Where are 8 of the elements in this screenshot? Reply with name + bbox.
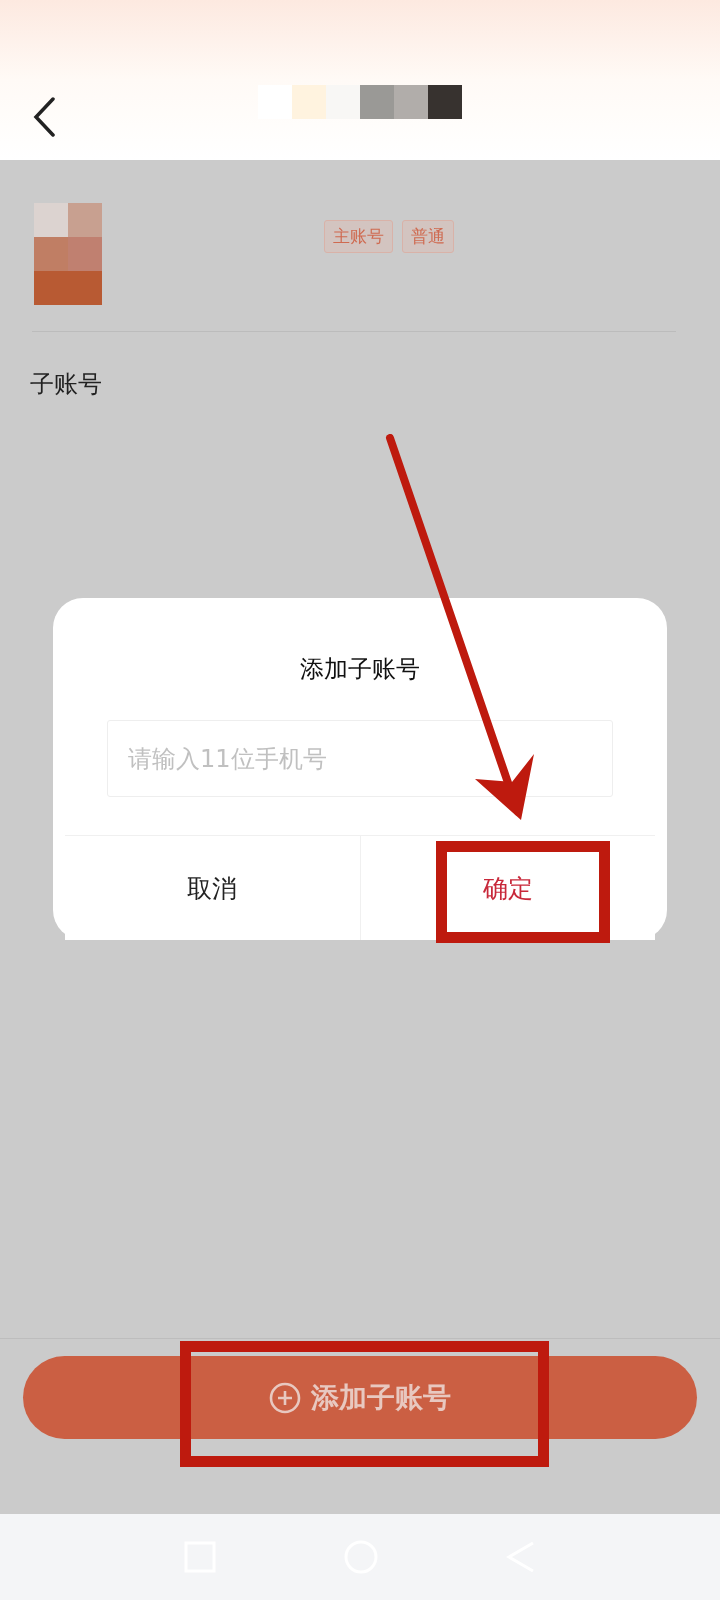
account-tag: 主账号 — [324, 220, 393, 253]
cancel-button[interactable]: 取消 — [65, 836, 361, 940]
plus-circle-icon — [269, 1381, 301, 1414]
account-tag: 普通 — [402, 220, 454, 253]
back-icon[interactable] — [32, 97, 56, 137]
phone-input-field[interactable]: 请输入11位手机号 — [107, 720, 613, 797]
dialog-title: 添加子账号 — [300, 654, 420, 685]
section-title: 子账号 — [30, 369, 103, 400]
